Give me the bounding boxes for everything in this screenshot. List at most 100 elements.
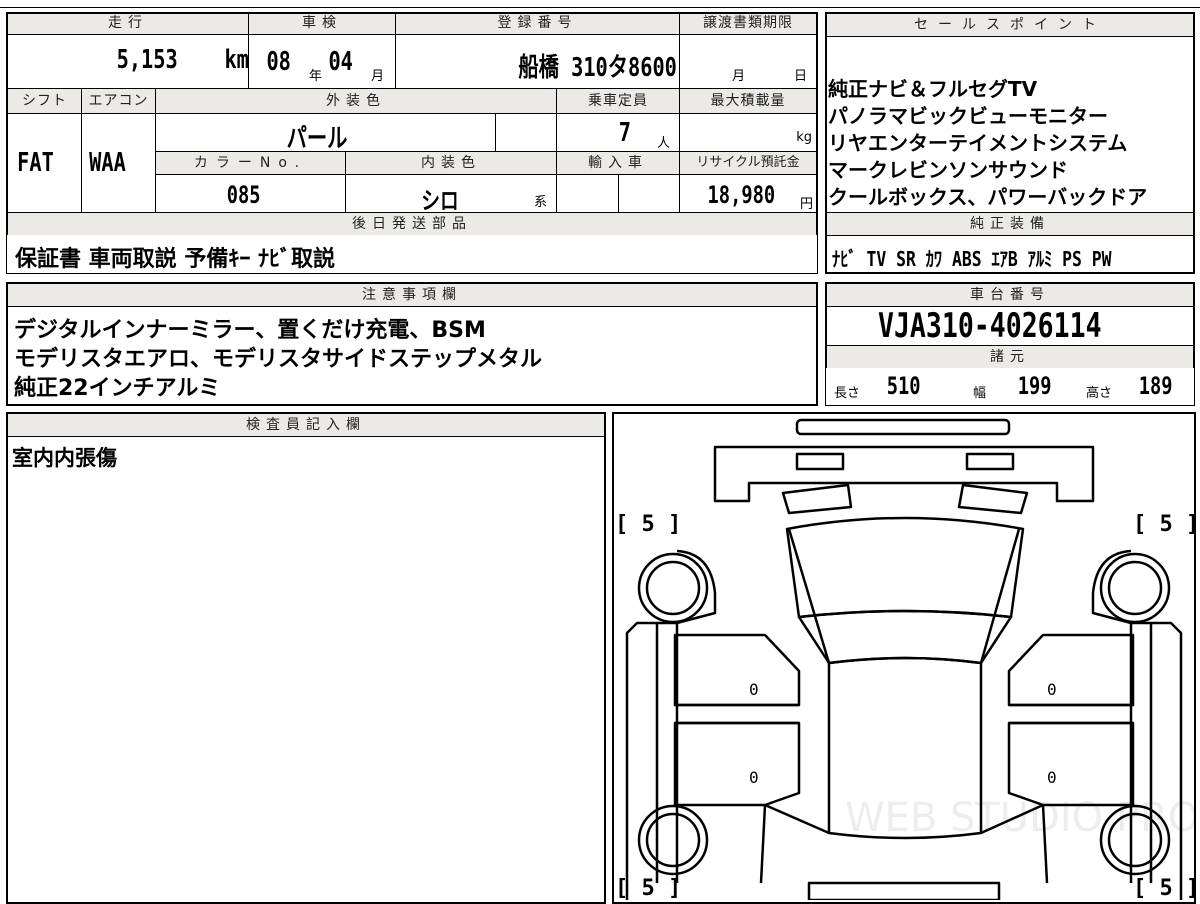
door-sill-left xyxy=(675,703,799,725)
shift-cell: FAT xyxy=(7,113,82,213)
sales-line-5: クールボックス、パワーバックドア xyxy=(828,185,1148,209)
inspection-label: 車検 xyxy=(248,13,396,35)
recycle-cell: 18,980 円 xyxy=(679,174,817,213)
shift-value: FAT xyxy=(17,148,54,178)
wheel-fr-inner xyxy=(1107,560,1163,616)
transfer-deadline-cell: 月 日 xyxy=(679,34,817,89)
tire-label-rl: [ 5 ] xyxy=(615,876,681,900)
recycle-value: 18,980 xyxy=(707,181,776,209)
registration-value: 船橋 310タ8600 xyxy=(518,53,677,83)
spec-width-label: 幅 xyxy=(973,386,987,401)
interior-color-suffix: 系 xyxy=(534,195,548,210)
wheel-fl-inner xyxy=(645,560,701,616)
door-rr-label: 0 xyxy=(1047,768,1057,787)
exterior-color-value: パール xyxy=(286,124,348,154)
interior-color-value: シロ xyxy=(421,187,459,215)
inspector-label: 検査員記入欄 xyxy=(7,413,605,437)
wheel-fr-outer xyxy=(1099,552,1171,624)
chassis-label: 車台番号 xyxy=(826,283,1194,307)
wheel-fl-outer xyxy=(637,552,709,624)
inspection-month: 04 xyxy=(328,47,353,77)
recycle-unit: 円 xyxy=(799,197,813,212)
spec-width-cell: 幅 199 xyxy=(963,368,1079,405)
notes-line-3: 純正22インチアルミ xyxy=(14,376,221,401)
left-headlight-shape xyxy=(795,452,845,471)
door-sill-right xyxy=(1009,703,1133,725)
transfer-month-unit: 月 xyxy=(732,69,746,84)
right-fog-shape xyxy=(957,483,1029,515)
spec-length-cell: 長さ 510 xyxy=(826,368,964,405)
spec-height-cell: 高さ 189 xyxy=(1078,368,1194,405)
top-strip xyxy=(0,0,1200,8)
equipment-value: ﾅﾋﾞ TV SR ｶﾜ ABS ｴｱB ｱﾙﾐ PS PW xyxy=(832,247,1112,271)
import-cell-1 xyxy=(556,174,619,213)
inspector-value: 室内内張傷 xyxy=(12,446,117,470)
left-fog-shape xyxy=(781,483,853,515)
car-diagram: [ 5 ] [ 5 ] [ 5 ] [ 5 ] 0 0 0 0 WEB STUD… xyxy=(615,418,1195,900)
sales-points-label: セールスポイント xyxy=(826,13,1194,37)
exterior-color-cell: パール xyxy=(155,113,496,154)
later-shipping-value: 保証書 車両取説 予備ｷｰ ﾅﾋﾞ取説 xyxy=(15,247,335,272)
inspection-year-unit: 年 xyxy=(309,69,323,84)
color-no-label: カラーNo. xyxy=(155,151,346,175)
inspection-year: 08 xyxy=(266,47,291,77)
later-shipping-label: 後日発送部品 xyxy=(7,212,817,236)
transfer-day-unit: 日 xyxy=(794,69,808,84)
max-load-label: 最大積載量 xyxy=(679,88,817,114)
chassis-value: VJA310-4026114 xyxy=(878,306,1102,346)
equipment-label: 純正装備 xyxy=(826,212,1194,236)
tire-label-fl: [ 5 ] xyxy=(615,512,681,537)
aircon-cell: WAA xyxy=(81,113,156,213)
interior-color-label: 内装色 xyxy=(345,151,557,175)
spec-length-value: 510 xyxy=(886,372,921,400)
notes-line-1: デジタルインナーミラー、置くだけ充電、BSM xyxy=(14,318,486,343)
watermark: WEB STUDIO PRO xyxy=(845,795,1195,841)
capacity-value: 7 xyxy=(618,118,631,148)
later-shipping-cell: 保証書 車両取説 予備ｷｰ ﾅﾋﾞ取説 xyxy=(7,235,817,273)
exterior-color-extra-cell xyxy=(495,113,557,152)
exterior-color-label: 外装色 xyxy=(155,88,557,114)
door-fl-label: 0 xyxy=(749,680,759,699)
rear-bumper-shape xyxy=(807,881,1001,900)
right-headlight-shape xyxy=(965,452,1015,471)
capacity-unit: 人 xyxy=(657,136,671,151)
mileage-unit: km xyxy=(224,45,249,75)
door-rl-label: 0 xyxy=(749,768,759,787)
wheel-rl-outer xyxy=(637,804,709,876)
sales-line-2: パノラマビックビューモニター xyxy=(828,104,1108,128)
tire-label-rr: [ 5 ] xyxy=(1133,876,1195,900)
door-rr-shape xyxy=(1007,721,1135,807)
door-fr-label: 0 xyxy=(1047,680,1057,699)
inspection-cell: 08 年 04 月 xyxy=(248,34,396,89)
notes-label: 注意事項欄 xyxy=(7,283,817,307)
sales-line-4: マークレビンソンサウンド xyxy=(828,158,1068,182)
spec-width-value: 199 xyxy=(1017,372,1052,400)
windshield-shape xyxy=(797,609,1013,665)
door-rl-shape xyxy=(673,721,801,807)
spec-length-label: 長さ xyxy=(834,386,861,401)
inspection-month-unit: 月 xyxy=(371,69,385,84)
notes-line-2: モデリスタエアロ、モデリスタサイドステップメタル xyxy=(14,347,543,372)
wheel-rl-inner xyxy=(645,812,701,868)
front-emblem-shape xyxy=(795,418,1011,436)
aircon-value: WAA xyxy=(89,148,126,178)
door-fr-shape xyxy=(1007,633,1135,707)
shift-label: シフト xyxy=(7,88,82,114)
max-load-unit: kg xyxy=(796,130,812,145)
aircon-label: エアコン xyxy=(81,88,156,114)
color-no-cell: 085 xyxy=(155,174,346,213)
registration-cell: 船橋 310タ8600 xyxy=(395,34,680,89)
mileage-label: 走行 xyxy=(7,13,249,35)
capacity-cell: 7 人 xyxy=(556,113,680,152)
sales-line-3: リヤエンターテイメントシステム xyxy=(828,131,1128,155)
door-fl-shape xyxy=(673,633,801,707)
sales-line-1: 純正ナビ＆フルセグTV xyxy=(828,77,1038,101)
spec-height-value: 189 xyxy=(1138,372,1173,400)
import-cell-2 xyxy=(618,174,680,213)
front-bumper-shape xyxy=(713,445,1095,503)
tire-label-fr: [ 5 ] xyxy=(1133,512,1195,537)
transfer-deadline-label: 譲渡書類期限 xyxy=(679,13,817,35)
registration-label: 登録番号 xyxy=(395,13,680,35)
recycle-label: リサイクル預託金 xyxy=(679,151,817,175)
inspector-panel xyxy=(6,412,606,904)
